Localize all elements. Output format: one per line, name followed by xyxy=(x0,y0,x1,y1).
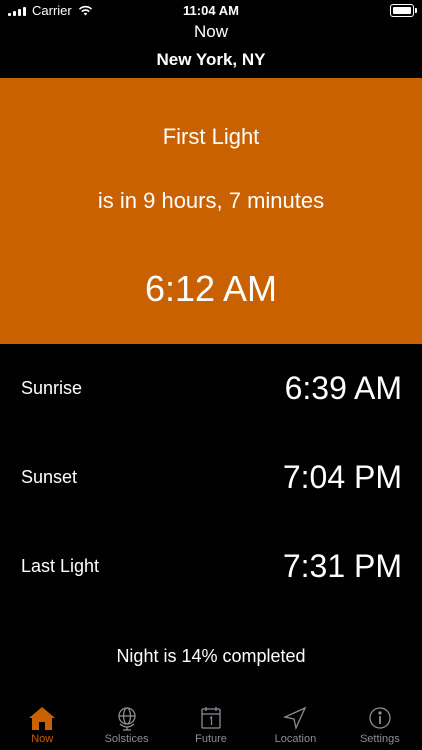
tab-location[interactable]: Location xyxy=(253,698,337,750)
status-time: 11:04 AM xyxy=(183,3,239,18)
row-value: 7:31 PM xyxy=(282,548,402,584)
next-event-countdown: is in 9 hours, 7 minutes xyxy=(97,188,325,213)
status-bar: Carrier 11:04 AM xyxy=(0,0,422,22)
battery-icon xyxy=(390,4,417,17)
tab-settings[interactable]: Settings xyxy=(338,698,422,750)
sunrise-row: Sunrise 6:39 AM xyxy=(0,360,422,420)
row-value: 6:39 AM xyxy=(284,370,402,406)
info-icon xyxy=(369,707,391,729)
next-event-name: First Light xyxy=(162,124,260,149)
last-light-row: Last Light 7:31 PM xyxy=(0,538,422,598)
row-value: 7:04 PM xyxy=(282,459,402,495)
tab-bar: Now Solstices Future Location Settings xyxy=(0,698,422,750)
house-icon xyxy=(29,707,56,730)
next-event-time: 6:12 AM xyxy=(144,268,278,309)
tab-solstices[interactable]: Solstices xyxy=(84,698,168,750)
location-arrow-icon xyxy=(283,706,307,731)
sunset-row: Sunset 7:04 PM xyxy=(0,449,422,509)
tab-label: Solstices xyxy=(104,733,149,745)
location-name: New York, NY xyxy=(156,50,266,69)
tab-label: Settings xyxy=(359,733,400,745)
row-label: Last Light xyxy=(21,556,100,576)
tab-future[interactable]: Future xyxy=(169,698,253,750)
globe-icon xyxy=(117,707,136,731)
row-label: Sunrise xyxy=(21,378,83,398)
tab-label: Future xyxy=(195,733,227,745)
night-progress-text: Night is 14% completed xyxy=(116,646,306,666)
tab-label: Now xyxy=(31,733,54,745)
next-event-card: First Light is in 9 hours, 7 minutes 6:1… xyxy=(0,78,422,344)
calendar-icon xyxy=(201,707,221,729)
row-label: Sunset xyxy=(21,467,78,487)
page-title: Now xyxy=(193,22,228,41)
tab-now[interactable]: Now xyxy=(0,698,84,750)
tab-label: Location xyxy=(274,733,317,745)
